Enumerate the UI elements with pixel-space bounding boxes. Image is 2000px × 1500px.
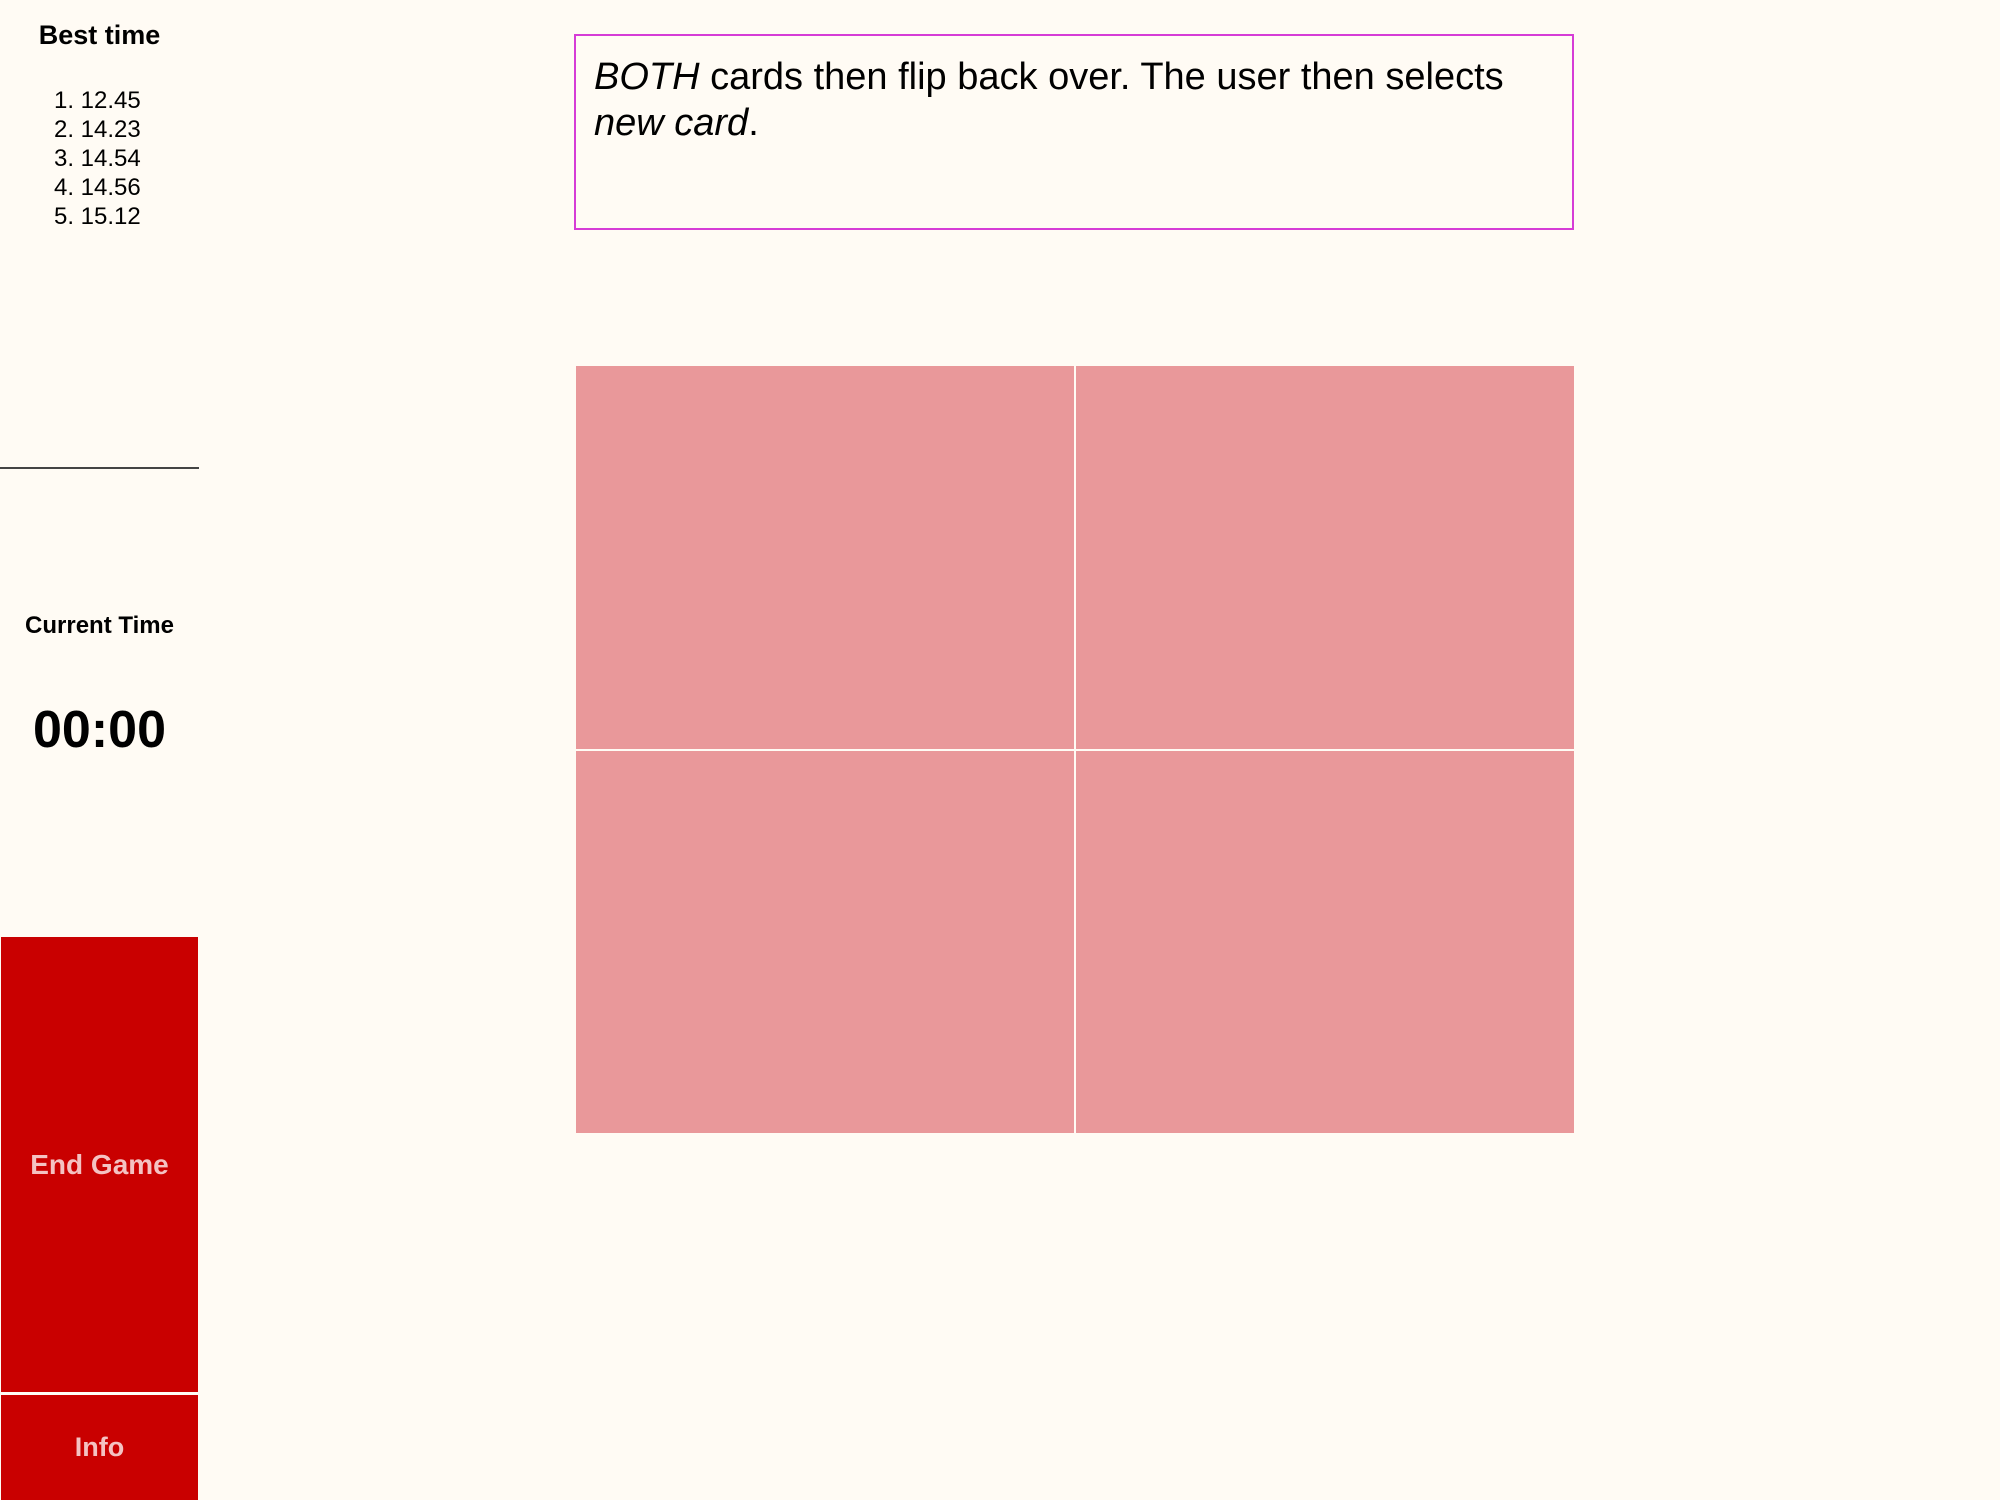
card-grid [576, 366, 1574, 1133]
end-game-button[interactable]: End Game [1, 937, 198, 1392]
instruction-text: cards then flip back over. The user then… [699, 56, 1504, 98]
end-game-label: End Game [30, 1148, 169, 1180]
instruction-emphasis-new-card: new card [594, 102, 749, 144]
card-bottom-left[interactable] [576, 750, 1074, 1133]
instruction-box: BOTH cards then flip back over. The user… [574, 34, 1574, 230]
card-bottom-right[interactable] [1076, 750, 1574, 1133]
card-top-left[interactable] [576, 366, 1074, 749]
best-time-item: 4. 14.56 [54, 174, 141, 201]
current-time-value: 00:00 [33, 701, 166, 759]
instruction-emphasis-both: BOTH [594, 56, 700, 98]
best-time-list: 1. 12.45 2. 14.23 3. 14.54 4. 14.56 5. 1… [54, 86, 141, 231]
best-time-title: Best time [38, 20, 161, 50]
card-top-right[interactable] [1076, 366, 1574, 749]
best-time-item: 5. 15.12 [54, 203, 141, 230]
best-time-item: 3. 14.54 [54, 145, 141, 172]
info-label: Info [74, 1432, 125, 1462]
info-button[interactable]: Info [1, 1395, 198, 1500]
current-time-title: Current Time [25, 612, 174, 639]
best-time-item: 1. 12.45 [54, 87, 141, 114]
best-time-item: 2. 14.23 [54, 116, 141, 143]
sidebar: Best time 1. 12.45 2. 14.23 3. 14.54 4. … [0, 0, 199, 1500]
sidebar-divider [0, 467, 199, 469]
instruction-text-end: . [748, 102, 759, 144]
